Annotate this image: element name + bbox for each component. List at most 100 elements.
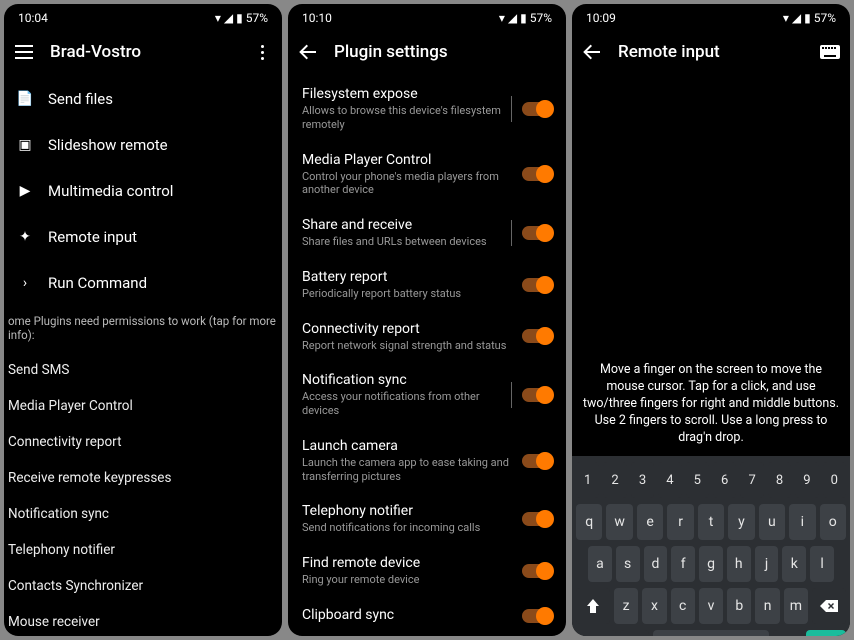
hamburger-icon[interactable]	[12, 40, 36, 64]
menu-remote-input[interactable]: ✦Remote input	[4, 214, 282, 260]
perm-item[interactable]: Send SMS	[4, 352, 282, 388]
plugin-row[interactable]: Launch cameraLaunch the camera app to ea…	[288, 428, 566, 494]
plugin-subtitle: Periodically report battery status	[302, 287, 512, 301]
key-3[interactable]: 3	[631, 462, 654, 498]
key-r[interactable]: r	[667, 504, 693, 540]
key-g[interactable]: g	[699, 546, 723, 582]
key-2[interactable]: 2	[603, 462, 626, 498]
key-5[interactable]: 5	[686, 462, 709, 498]
back-button[interactable]	[296, 40, 320, 64]
plugin-list: Filesystem exposeAllows to browse this d…	[288, 76, 566, 635]
key-q[interactable]: q	[576, 504, 602, 540]
key-space[interactable]	[653, 630, 768, 636]
menu-slideshow-remote[interactable]: ▣Slideshow remote	[4, 122, 282, 168]
status-bar: 10:10 ▾ ◢ ▮ 57%	[288, 4, 566, 28]
back-button[interactable]	[580, 40, 604, 64]
trackpad-hint: Move a finger on the screen to move the …	[572, 356, 850, 456]
key-4[interactable]: 4	[658, 462, 681, 498]
plugin-row[interactable]: Media Player ControlControl your phone's…	[288, 142, 566, 208]
key-d[interactable]: d	[644, 546, 668, 582]
divider	[511, 382, 512, 408]
key-e[interactable]: e	[637, 504, 663, 540]
key-shift[interactable]	[576, 588, 610, 624]
plugin-toggle[interactable]	[522, 512, 552, 526]
perm-item[interactable]: Contacts Synchronizer	[4, 568, 282, 604]
key-symbols[interactable]: ?123	[576, 630, 616, 636]
menu-multimedia-control[interactable]: ▶Multimedia control	[4, 168, 282, 214]
plugin-row[interactable]: Notification syncAccess your notificatio…	[288, 362, 566, 428]
key-i[interactable]: i	[789, 504, 815, 540]
key-l[interactable]: l	[810, 546, 834, 582]
key-8[interactable]: 8	[768, 462, 791, 498]
key-enter[interactable]	[806, 630, 846, 636]
plugin-toggle[interactable]	[522, 102, 552, 116]
menu-run-command[interactable]: ›Run Command	[4, 260, 282, 306]
plugin-toggle[interactable]	[522, 329, 552, 343]
plugin-subtitle: Ring your remote device	[302, 573, 512, 587]
perm-item[interactable]: Notification sync	[4, 496, 282, 532]
key-h[interactable]: h	[727, 546, 751, 582]
plugin-subtitle: Control your phone's media players from …	[302, 170, 512, 198]
plugin-toggle[interactable]	[522, 564, 552, 578]
clock: 10:10	[302, 11, 332, 25]
plugin-row[interactable]: Telephony notifierSend notifications for…	[288, 493, 566, 545]
key-c[interactable]: c	[671, 588, 695, 624]
plugin-text: Share and receiveShare files and URLs be…	[302, 217, 501, 249]
plugin-row[interactable]: Clipboard sync	[288, 597, 566, 635]
key-7[interactable]: 7	[740, 462, 763, 498]
key-f[interactable]: f	[671, 546, 695, 582]
perm-item[interactable]: Telephony notifier	[4, 532, 282, 568]
key-k[interactable]: k	[782, 546, 806, 582]
key-backspace[interactable]	[812, 588, 846, 624]
presentation-icon: ▣	[16, 137, 34, 153]
keyboard-toggle-button[interactable]	[818, 40, 842, 64]
page-title: Remote input	[618, 42, 804, 62]
trackpad-area[interactable]	[572, 76, 850, 356]
key-w[interactable]: w	[606, 504, 632, 540]
device-screen-3: 10:09 ▾ ◢ ▮ 57% Remote input Move a fing…	[572, 4, 850, 636]
perm-item[interactable]: Receive remote keypresses	[4, 460, 282, 496]
plugin-row[interactable]: Filesystem exposeAllows to browse this d…	[288, 76, 566, 142]
app-header: Brad-Vostro	[4, 28, 282, 76]
key-z[interactable]: z	[614, 588, 638, 624]
perm-item[interactable]: Mouse receiver	[4, 604, 282, 636]
key-t[interactable]: t	[698, 504, 724, 540]
key-j[interactable]: j	[755, 546, 779, 582]
key-b[interactable]: b	[727, 588, 751, 624]
plugin-row[interactable]: Share and receiveShare files and URLs be…	[288, 207, 566, 259]
key-x[interactable]: x	[642, 588, 666, 624]
key-comma[interactable]: ,	[620, 630, 649, 636]
plugin-toggle[interactable]	[522, 226, 552, 240]
plugin-toggle[interactable]	[522, 609, 552, 623]
overflow-menu-button[interactable]	[250, 40, 274, 64]
permissions-note[interactable]: ome Plugins need permissions to work (ta…	[4, 306, 282, 352]
key-a[interactable]: a	[588, 546, 612, 582]
key-6[interactable]: 6	[713, 462, 736, 498]
key-u[interactable]: u	[759, 504, 785, 540]
plugin-row[interactable]: Battery report Periodically report batter…	[288, 259, 566, 311]
plugin-menu: 📄Send files ▣Slideshow remote ▶Multimedi…	[4, 76, 282, 306]
key-0[interactable]: 0	[823, 462, 846, 498]
plugin-toggle[interactable]	[522, 388, 552, 402]
menu-send-files[interactable]: 📄Send files	[4, 76, 282, 122]
key-m[interactable]: m	[784, 588, 808, 624]
plugin-row[interactable]: Connectivity reportReport network signal…	[288, 311, 566, 363]
plugin-title: Filesystem expose	[302, 86, 501, 102]
key-v[interactable]: v	[699, 588, 723, 624]
key-s[interactable]: s	[616, 546, 640, 582]
plugin-title: Battery report	[302, 269, 512, 285]
plugin-row[interactable]: Find remote deviceRing your remote devic…	[288, 545, 566, 597]
key-o[interactable]: o	[820, 504, 846, 540]
plugin-text: Clipboard sync	[302, 607, 512, 625]
key-1[interactable]: 1	[576, 462, 599, 498]
perm-item[interactable]: Media Player Control	[4, 388, 282, 424]
plugin-text: Telephony notifierSend notifications for…	[302, 503, 512, 535]
key-9[interactable]: 9	[795, 462, 818, 498]
key-period[interactable]: .	[773, 630, 802, 636]
key-n[interactable]: n	[755, 588, 779, 624]
plugin-toggle[interactable]	[522, 454, 552, 468]
plugin-toggle[interactable]	[522, 278, 552, 292]
key-y[interactable]: y	[728, 504, 754, 540]
perm-item[interactable]: Connectivity report	[4, 424, 282, 460]
plugin-toggle[interactable]	[522, 167, 552, 181]
